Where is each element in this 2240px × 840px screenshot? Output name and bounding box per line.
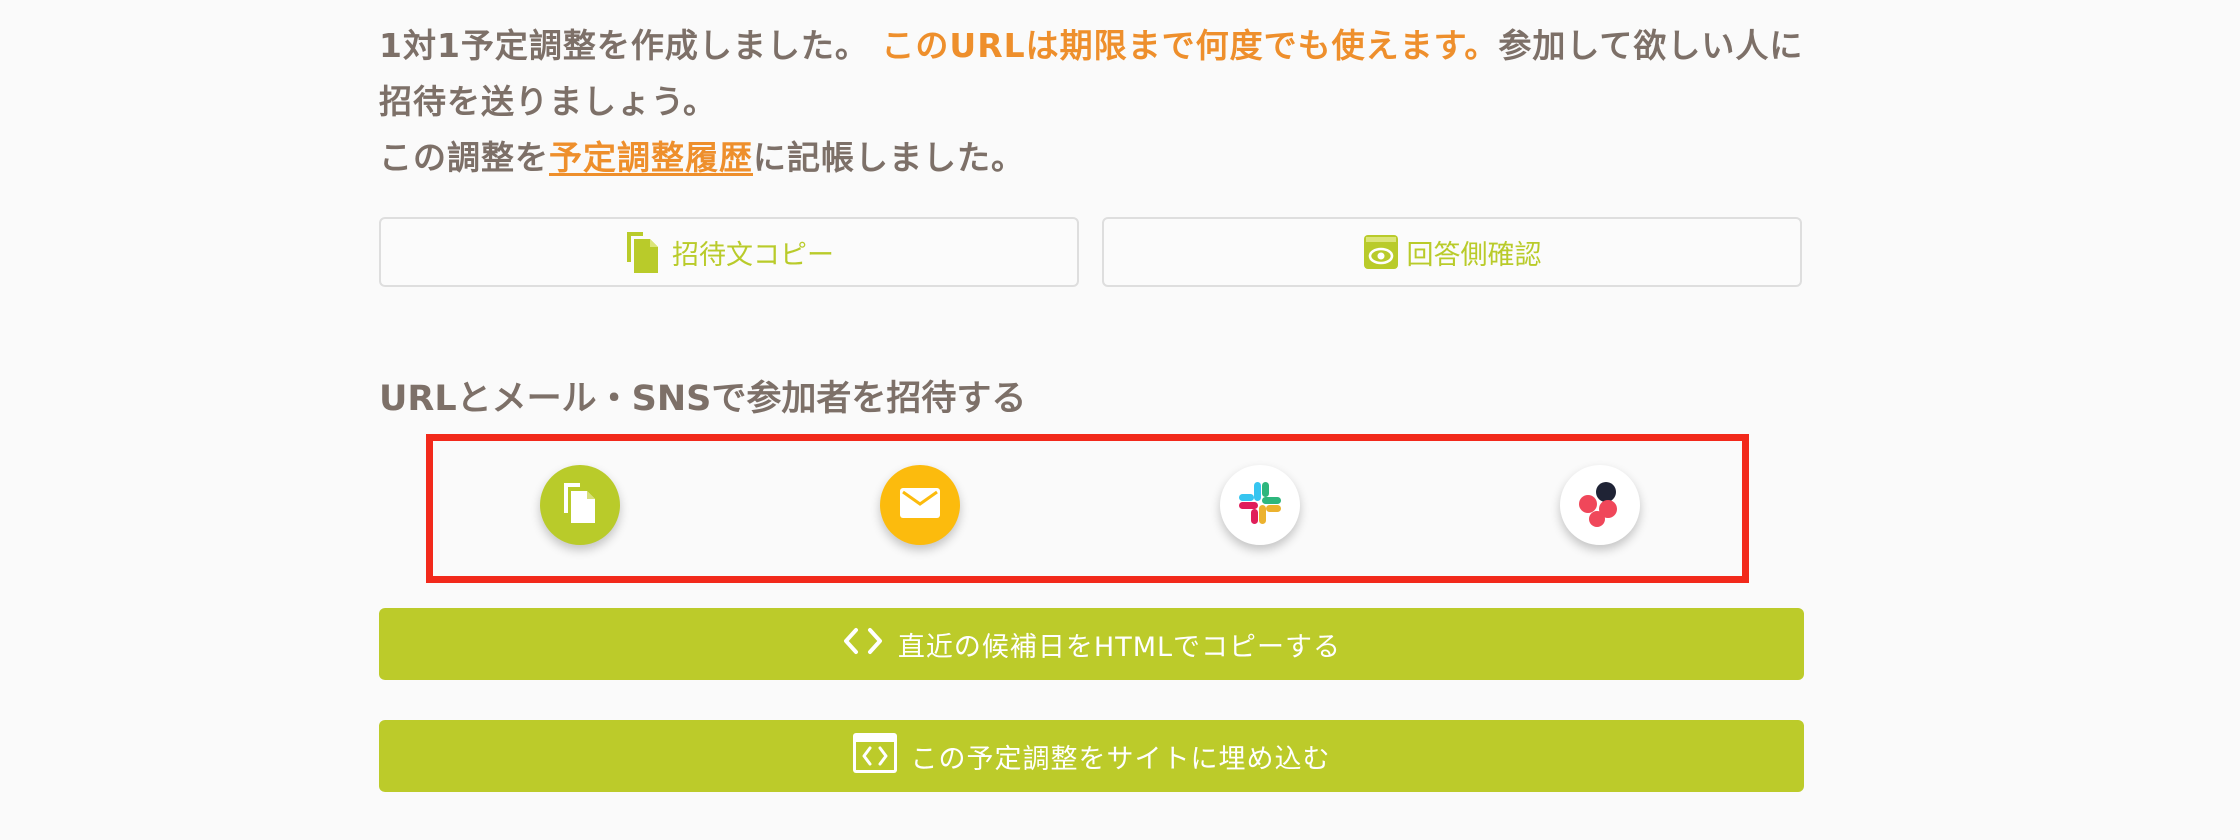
message-text: この調整を bbox=[379, 138, 549, 177]
slack-icon bbox=[1237, 480, 1283, 530]
preview-button[interactable]: 回答側確認 bbox=[1102, 217, 1802, 287]
preview-label: 回答側確認 bbox=[1406, 239, 1542, 271]
asana-icon bbox=[1575, 478, 1625, 532]
embed-button[interactable]: この予定調整をサイトに埋め込む bbox=[379, 720, 1804, 792]
copy-invite-button[interactable]: 招待文コピー bbox=[379, 217, 1079, 287]
copy-html-label: 直近の候補日をHTMLでコピーする bbox=[897, 631, 1342, 663]
message-text: 1対1予定調整を作成しました。 bbox=[379, 26, 882, 65]
copy-invite-label: 招待文コピー bbox=[672, 239, 834, 271]
history-link[interactable]: 予定調整履歴 bbox=[549, 138, 753, 177]
code-brackets-icon bbox=[842, 626, 884, 663]
embed-label: この予定調整をサイトに埋め込む bbox=[910, 743, 1331, 775]
message-highlight: このURLは期限まで何度でも使えます。 bbox=[881, 26, 1499, 65]
email-share-button[interactable] bbox=[880, 465, 960, 545]
copy-html-button[interactable]: 直近の候補日をHTMLでコピーする bbox=[379, 608, 1804, 680]
asana-share-button[interactable] bbox=[1560, 465, 1640, 545]
slack-share-button[interactable] bbox=[1220, 465, 1300, 545]
embed-window-icon bbox=[852, 732, 897, 780]
copy-document-icon bbox=[560, 481, 600, 529]
envelope-icon bbox=[900, 488, 940, 522]
message-text: に記帳しました。 bbox=[753, 138, 1025, 177]
copy-url-button[interactable] bbox=[540, 465, 620, 545]
page: 1対1予定調整を作成しました。 このURLは期限まで何度でも使えます。参加して欲… bbox=[0, 0, 2240, 840]
confirmation-message: 1対1予定調整を作成しました。 このURLは期限まで何度でも使えます。参加して欲… bbox=[379, 18, 1819, 186]
copy-document-icon bbox=[624, 229, 664, 275]
share-section-title: URLとメール・SNSで参加者を招待する bbox=[379, 379, 1027, 419]
share-icons-highlight bbox=[426, 434, 1749, 583]
eye-icon bbox=[1363, 234, 1399, 270]
